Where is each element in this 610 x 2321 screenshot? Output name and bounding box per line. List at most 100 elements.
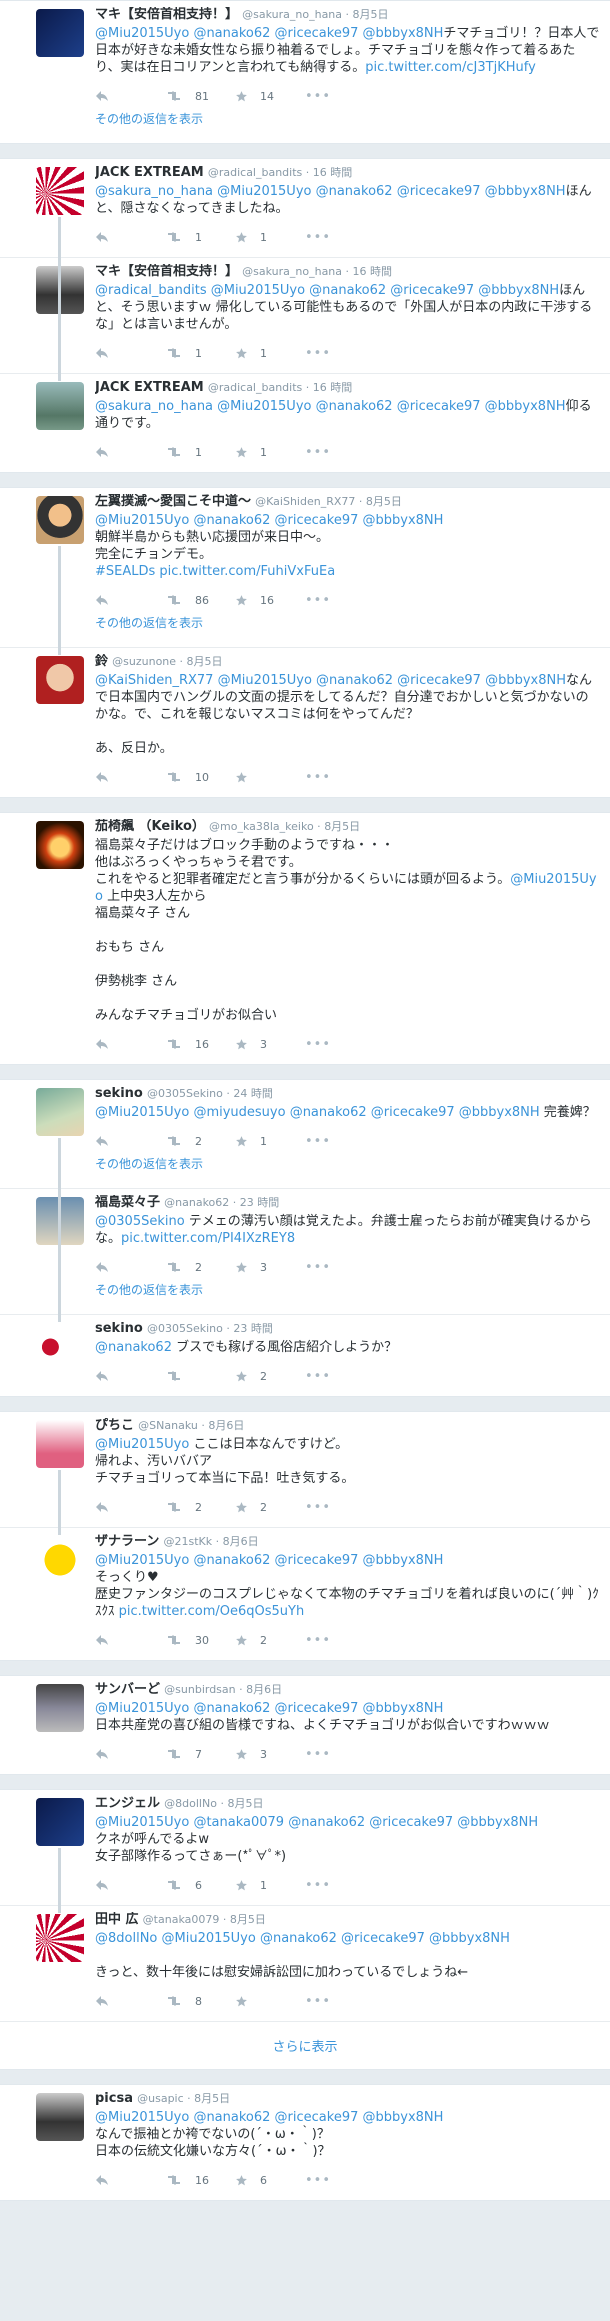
- retweet-button[interactable]: 10: [165, 771, 235, 784]
- display-name[interactable]: 田中 広: [95, 1912, 139, 1927]
- user-handle[interactable]: @sunbirdsan: [164, 1683, 235, 1696]
- display-name[interactable]: sekino: [95, 1086, 143, 1101]
- retweet-button[interactable]: 2: [165, 1135, 235, 1148]
- retweet-button[interactable]: 16: [165, 1038, 235, 1051]
- mention-links[interactable]: @sakura_no_hana @Miu2015Uyo @nanako62 @r…: [95, 399, 566, 414]
- timestamp[interactable]: 8月5日: [342, 8, 389, 21]
- display-name[interactable]: ぴちこ: [95, 1418, 134, 1433]
- reply-button[interactable]: [95, 347, 165, 359]
- avatar[interactable]: [36, 496, 84, 544]
- display-name[interactable]: エンジェル: [95, 1796, 160, 1811]
- reply-button[interactable]: [95, 446, 165, 458]
- display-name[interactable]: JACK EXTREAM: [95, 165, 204, 180]
- mention-links[interactable]: @nanako62: [95, 1340, 172, 1355]
- avatar[interactable]: [36, 9, 84, 57]
- retweet-button[interactable]: 30: [165, 1634, 235, 1647]
- pic-link[interactable]: pic.twitter.com/cJ3TjKHufy: [365, 60, 536, 75]
- display-name[interactable]: サンバーど: [95, 1682, 160, 1697]
- timestamp[interactable]: 8月5日: [219, 1913, 266, 1926]
- timestamp[interactable]: 16 時間: [302, 166, 352, 179]
- retweet-button[interactable]: 81: [165, 90, 235, 103]
- timestamp[interactable]: 8月5日: [217, 1797, 264, 1810]
- favorite-button[interactable]: 2: [235, 1370, 305, 1383]
- display-name[interactable]: 左翼撲滅〜愛国こそ中道〜: [95, 494, 251, 509]
- timestamp[interactable]: 8月5日: [176, 655, 223, 668]
- avatar[interactable]: [36, 656, 84, 704]
- display-name[interactable]: sekino: [95, 1321, 143, 1336]
- user-handle[interactable]: @21stKk: [164, 1535, 213, 1548]
- user-handle[interactable]: @nanako62: [164, 1196, 229, 1209]
- reply-button[interactable]: [95, 1501, 165, 1513]
- more-dots-icon[interactable]: •••: [305, 1747, 330, 1762]
- pic-link[interactable]: pic.twitter.com/PI4IXzREY8: [121, 1231, 295, 1246]
- user-handle[interactable]: @usapic: [137, 2092, 184, 2105]
- retweet-button[interactable]: 16: [165, 2174, 235, 2187]
- display-name[interactable]: マキ【安倍首相支持！】: [95, 264, 238, 279]
- mention-links[interactable]: @KaiShiden_RX77 @Miu2015Uyo @nanako62 @r…: [95, 673, 566, 688]
- mention-links[interactable]: @0305Sekino: [95, 1214, 185, 1229]
- user-handle[interactable]: @suzunone: [112, 655, 176, 668]
- retweet-button[interactable]: [165, 1370, 235, 1382]
- timestamp[interactable]: 8月6日: [198, 1419, 245, 1432]
- avatar[interactable]: [36, 1420, 84, 1468]
- retweet-button[interactable]: 1: [165, 446, 235, 459]
- more-dots-icon[interactable]: •••: [305, 89, 330, 104]
- retweet-button[interactable]: 6: [165, 1879, 235, 1892]
- timestamp[interactable]: 8月5日: [314, 820, 361, 833]
- user-handle[interactable]: @tanaka0079: [143, 1913, 220, 1926]
- show-replies-link[interactable]: その他の返信を表示: [95, 1279, 600, 1306]
- retweet-button[interactable]: 8: [165, 1995, 235, 2008]
- avatar[interactable]: [36, 1536, 84, 1584]
- mention-links[interactable]: @Miu2015Uyo @nanako62 @ricecake97 @bbbyx…: [95, 2110, 443, 2125]
- user-handle[interactable]: @KaiShiden_RX77: [255, 495, 355, 508]
- timestamp[interactable]: 16 時間: [342, 265, 392, 278]
- user-handle[interactable]: @sakura_no_hana: [242, 265, 342, 278]
- favorite-button[interactable]: 1: [235, 446, 305, 459]
- reply-button[interactable]: [95, 1261, 165, 1273]
- retweet-button[interactable]: 1: [165, 347, 235, 360]
- avatar[interactable]: [36, 1088, 84, 1136]
- display-name[interactable]: 福島菜々子: [95, 1195, 160, 1210]
- show-replies-link[interactable]: その他の返信を表示: [95, 612, 600, 639]
- avatar[interactable]: [36, 382, 84, 430]
- retweet-button[interactable]: 2: [165, 1261, 235, 1274]
- hashtag-link[interactable]: #SEALDs: [95, 564, 155, 579]
- user-handle[interactable]: @sakura_no_hana: [242, 8, 342, 21]
- more-dots-icon[interactable]: •••: [305, 230, 330, 245]
- more-dots-icon[interactable]: •••: [305, 2173, 330, 2188]
- favorite-button[interactable]: 1: [235, 347, 305, 360]
- timestamp[interactable]: 8月6日: [212, 1535, 259, 1548]
- show-replies-link[interactable]: その他の返信を表示: [95, 108, 600, 135]
- reply-button[interactable]: [95, 594, 165, 606]
- avatar[interactable]: [36, 1798, 84, 1846]
- user-handle[interactable]: @0305Sekino: [147, 1087, 223, 1100]
- timestamp[interactable]: 23 時間: [229, 1196, 279, 1209]
- display-name[interactable]: 鈴: [95, 654, 108, 669]
- more-dots-icon[interactable]: •••: [305, 445, 330, 460]
- display-name[interactable]: 茄椅飆 （Keiko）: [95, 819, 205, 834]
- mention-links[interactable]: @Miu2015Uyo @nanako62 @ricecake97 @bbbyx…: [95, 26, 443, 41]
- favorite-button[interactable]: 1: [235, 1135, 305, 1148]
- reply-button[interactable]: [95, 90, 165, 102]
- more-dots-icon[interactable]: •••: [305, 1878, 330, 1893]
- timestamp[interactable]: 23 時間: [223, 1322, 273, 1335]
- favorite-button[interactable]: 2: [235, 1634, 305, 1647]
- reply-button[interactable]: [95, 231, 165, 243]
- reply-button[interactable]: [95, 771, 165, 783]
- mention-links[interactable]: @8dollNo @Miu2015Uyo @nanako62 @ricecake…: [95, 1931, 510, 1946]
- avatar[interactable]: [36, 167, 84, 215]
- avatar[interactable]: [36, 821, 84, 869]
- more-dots-icon[interactable]: •••: [305, 1134, 330, 1149]
- more-dots-icon[interactable]: •••: [305, 770, 330, 785]
- more-dots-icon[interactable]: •••: [305, 1633, 330, 1648]
- more-dots-icon[interactable]: •••: [305, 1500, 330, 1515]
- mention-links[interactable]: @Miu2015Uyo @miyudesuyo @nanako62 @ricec…: [95, 1105, 540, 1120]
- favorite-button[interactable]: 1: [235, 1879, 305, 1892]
- more-dots-icon[interactable]: •••: [305, 1994, 330, 2009]
- reply-button[interactable]: [95, 1748, 165, 1760]
- reply-button[interactable]: [95, 2174, 165, 2186]
- pic-link[interactable]: pic.twitter.com/FuhiVxFuEa: [159, 564, 335, 579]
- favorite-button[interactable]: 1: [235, 231, 305, 244]
- display-name[interactable]: マキ【安倍首相支持！】: [95, 7, 238, 22]
- user-handle[interactable]: @radical_bandits: [208, 166, 302, 179]
